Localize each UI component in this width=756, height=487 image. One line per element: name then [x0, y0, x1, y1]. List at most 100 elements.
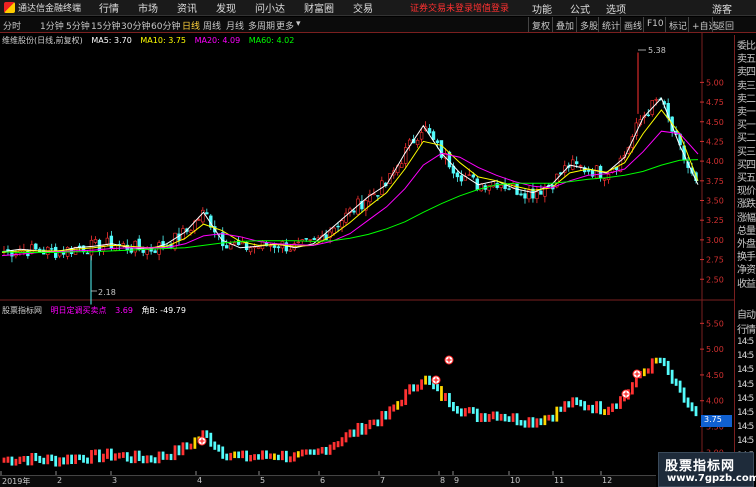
indicator-bar — [177, 445, 181, 456]
high-annotation: 5.38 — [648, 46, 666, 55]
indicator-bar — [535, 418, 539, 428]
indicator-bar — [463, 408, 467, 417]
indicator-bar — [193, 437, 197, 449]
candle — [205, 208, 209, 215]
date-tick-label: 2019年 — [2, 477, 31, 486]
price-axis-tick: 4.50 — [706, 118, 724, 127]
indicator-bar — [18, 456, 22, 465]
period-60min[interactable]: 60分钟 — [151, 19, 180, 32]
indicator-bar — [332, 442, 336, 450]
indicator-bar — [670, 369, 674, 384]
indicator-bar — [58, 457, 62, 467]
indicator-bar — [376, 419, 380, 427]
buy-signal-icon — [621, 389, 631, 399]
watermark-url: www.7gpzb.com — [667, 473, 756, 484]
indicator-bar — [694, 406, 698, 417]
indicator-bar — [420, 379, 423, 390]
indicator-bar — [499, 413, 503, 421]
period-30min[interactable]: 30分钟 — [121, 19, 150, 32]
signal-label: 明日定调买卖点 — [50, 306, 107, 315]
indicator-bar — [448, 393, 451, 408]
menu-formula[interactable]: 公式 — [570, 1, 590, 16]
period-monthly[interactable]: 月线 — [226, 19, 244, 32]
indicator-bar — [658, 357, 662, 364]
candle — [368, 189, 372, 206]
indicator-bar — [70, 454, 73, 465]
kline-chart[interactable]: 5.00 4.75 4.50 4.25 4.00 3.75 3.50 3.25 3.00 2.75… — [0, 33, 734, 475]
candle — [594, 164, 599, 180]
indicator-bar — [117, 452, 121, 459]
indicator-bar — [483, 413, 487, 422]
indicator-bar — [678, 380, 682, 393]
candle — [2, 246, 6, 256]
more-dropdown-icon[interactable]: ▾ — [296, 19, 301, 29]
btn-overlay[interactable]: 叠加 — [552, 17, 577, 32]
candle — [65, 246, 70, 260]
trade-login-notice[interactable]: 证券交易未登录 — [410, 1, 473, 14]
indicator-bar — [265, 450, 268, 459]
indicator-name[interactable]: 股票指标网 — [2, 306, 42, 315]
ma20-label: MA20: 4.09 — [194, 36, 241, 45]
candle — [455, 171, 460, 182]
period-timeshare[interactable]: 分时 — [3, 19, 21, 32]
period-more[interactable]: 更多 — [276, 19, 294, 32]
btn-mark[interactable]: 标记 — [665, 17, 690, 32]
menu-trade[interactable]: 交易 — [353, 0, 373, 15]
period-15min[interactable]: 15分钟 — [91, 19, 120, 32]
indicator-bar — [372, 419, 376, 426]
indicator-bar — [599, 401, 602, 415]
btn-f10[interactable]: F10 — [643, 17, 667, 32]
auto-section-label[interactable]: 自动 — [737, 306, 756, 321]
menu-discover[interactable]: 发现 — [216, 0, 236, 15]
btn-back[interactable]: 返回 — [712, 17, 737, 32]
quote-section-label[interactable]: 行情 — [737, 321, 756, 336]
menu-ask[interactable]: 问小达 — [255, 0, 285, 15]
menu-wealth[interactable]: 财富圈 — [304, 0, 334, 15]
indicator-bar — [595, 401, 598, 414]
indicator-bar — [487, 414, 491, 422]
indicator-bar — [436, 384, 439, 392]
menu-news[interactable]: 资讯 — [177, 0, 197, 15]
indicator-bar — [14, 458, 18, 466]
btn-draw[interactable]: 画线 — [620, 17, 645, 32]
indicator-bar — [205, 430, 209, 438]
menu-options[interactable]: 选项 — [606, 1, 626, 16]
indicator-bar — [241, 450, 245, 459]
menu-market-quotes[interactable]: 行情 — [99, 0, 119, 15]
indicator-bar — [479, 413, 483, 423]
indicator-bar — [384, 411, 388, 420]
indicator-bar — [261, 450, 264, 460]
indicator-bar — [340, 437, 344, 447]
premium-login-notice[interactable]: 增值登录 — [473, 1, 509, 14]
indicator-bar — [591, 404, 594, 414]
indicator-bar — [292, 452, 296, 462]
indicator-bar — [312, 449, 316, 455]
indicator-bar — [324, 446, 328, 455]
indicator-bar — [682, 387, 686, 403]
indicator-bar — [503, 413, 507, 422]
tick-time: 14:5 — [737, 351, 754, 362]
indicator-bar — [102, 453, 105, 463]
menu-market[interactable]: 市场 — [138, 0, 158, 15]
indicator-bar — [686, 397, 690, 408]
period-daily[interactable]: 日线 — [182, 19, 200, 32]
menu-functions[interactable]: 功能 — [532, 1, 552, 16]
indicator-bar — [547, 414, 551, 421]
period-1min[interactable]: 1分钟 — [40, 19, 64, 32]
indicator-bar — [611, 403, 614, 412]
date-tick-label: 11 — [554, 476, 565, 485]
period-multi[interactable]: 多周期 — [248, 19, 275, 32]
indicator-bar — [225, 453, 229, 461]
period-5min[interactable]: 5分钟 — [66, 19, 90, 32]
title-bar: 通达信金融终端 行情 市场 资讯 发现 问小达 财富圈 交易 证券交易未登录 增… — [0, 0, 756, 16]
user-guest[interactable]: 游客 — [712, 1, 732, 16]
btn-adjust[interactable]: 复权 — [528, 17, 553, 32]
indicator-bar — [364, 423, 368, 435]
indicator-bar — [360, 422, 364, 435]
indicator-bar — [471, 407, 475, 414]
indicator-bar — [273, 453, 276, 460]
indicator-legend: 股票指标网 明日定调买卖点 3.69 角B: -49.79 — [2, 305, 192, 316]
indicator-bar — [619, 396, 622, 409]
indicator-bar — [328, 444, 332, 455]
period-weekly[interactable]: 周线 — [203, 19, 221, 32]
